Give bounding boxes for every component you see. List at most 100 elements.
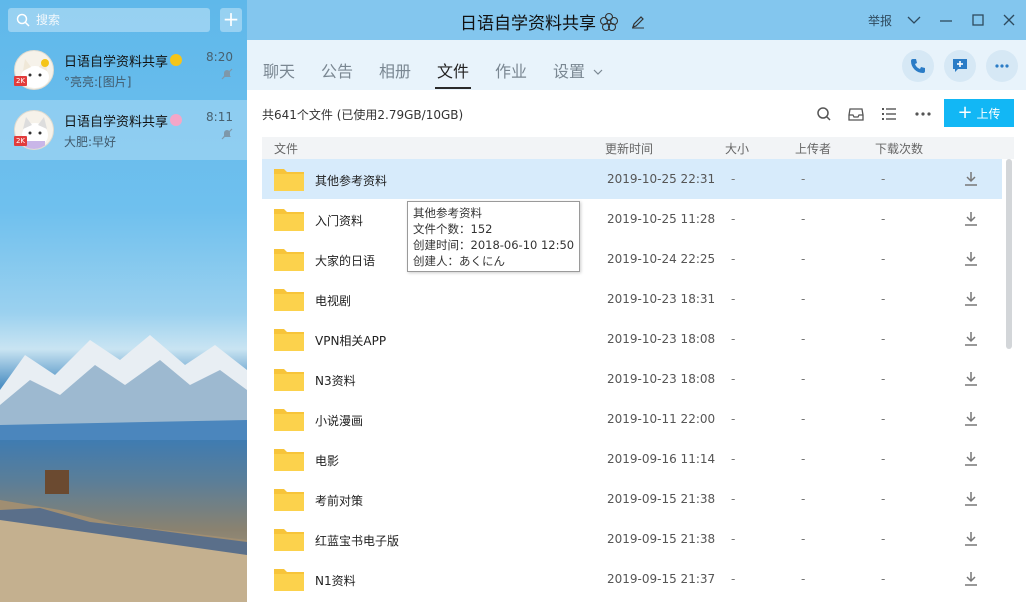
file-name: N1资料 [315, 574, 356, 588]
chat-list-item[interactable]: 2K 日语自学资料共享 °亮亮:[图片] 8:20 [0, 40, 247, 100]
file-row[interactable]: 小说漫画 2019-10-11 22:00 - - - [262, 399, 1002, 439]
download-icon[interactable] [963, 531, 979, 547]
file-row[interactable]: N3资料 2019-10-23 18:08 - - - [262, 359, 1002, 399]
file-row[interactable]: 考前对策 2019-09-15 21:38 - - - [262, 479, 1002, 519]
minimize-icon[interactable] [937, 11, 955, 29]
tab-album[interactable]: 相册 [379, 58, 411, 82]
upload-label: 上传 [976, 106, 1001, 121]
file-updated-time: 2019-10-25 11:28 [607, 212, 716, 226]
inbox-icon[interactable] [847, 105, 865, 123]
folder-icon [274, 329, 304, 351]
file-uploader: - [801, 372, 806, 386]
tab-settings[interactable]: 设置 [553, 58, 603, 82]
member-count-badge: 2K [14, 76, 27, 86]
file-download-count: - [881, 532, 886, 546]
file-row[interactable]: 电影 2019-09-16 11:14 - - - [262, 439, 1002, 479]
chat-preview: °亮亮:[图片] [64, 74, 132, 89]
file-row[interactable]: 其他参考资料 2019-10-25 22:31 - - - [262, 159, 1002, 199]
file-name: 电影 [315, 454, 340, 468]
upload-button[interactable]: + 上传 [944, 99, 1014, 127]
search-box[interactable] [8, 8, 210, 32]
chat-time: 8:11 [206, 110, 233, 124]
list-view-icon[interactable] [880, 105, 898, 123]
more-options-button[interactable] [986, 50, 1018, 82]
flower-icon [599, 12, 619, 31]
phone-call-button[interactable] [902, 50, 934, 82]
file-updated-time: 2019-10-23 18:08 [607, 372, 716, 386]
chevron-down-icon[interactable] [905, 11, 923, 29]
file-size: - [731, 292, 736, 306]
file-row[interactable]: 大家的日语 2019-10-24 22:25 - - - [262, 239, 1002, 279]
file-download-count: - [881, 572, 886, 586]
chat-name: 日语自学资料共享 [64, 114, 169, 130]
maximize-icon[interactable] [969, 11, 987, 29]
file-name: 入门资料 [315, 214, 364, 228]
column-header-uploader[interactable]: 上传者 [795, 140, 831, 157]
search-icon[interactable] [815, 105, 833, 123]
download-icon[interactable] [963, 571, 979, 587]
member-count-badge: 2K [14, 136, 27, 146]
file-uploader: - [801, 532, 806, 546]
file-row[interactable]: 电视剧 2019-10-23 18:31 - - - [262, 279, 1002, 319]
file-name: 小说漫画 [315, 414, 364, 428]
file-row[interactable]: VPN相关APP 2019-10-23 18:08 - - - [262, 319, 1002, 359]
column-header-downloads[interactable]: 下载次数 [875, 140, 923, 157]
folder-icon [274, 249, 304, 271]
mountain-background [0, 335, 247, 440]
scrollbar[interactable] [1006, 159, 1012, 349]
tab-homework[interactable]: 作业 [495, 58, 527, 82]
message-plus-icon [953, 59, 967, 72]
plus-icon: + [957, 102, 973, 123]
add-plus-button[interactable]: + [220, 8, 242, 32]
file-updated-time: 2019-10-23 18:31 [607, 292, 716, 306]
file-size: - [731, 372, 736, 386]
file-table-header: 文件 更新时间 大小 上传者 下载次数 [262, 137, 1014, 159]
chat-name: 日语自学资料共享 [64, 54, 169, 70]
report-link[interactable]: 举报 [868, 12, 892, 29]
file-updated-time: 2019-10-24 22:25 [607, 252, 716, 266]
file-size: - [731, 412, 736, 426]
close-icon[interactable] [1000, 11, 1018, 29]
download-icon[interactable] [963, 491, 979, 507]
file-uploader: - [801, 492, 806, 506]
more-dots-icon[interactable] [914, 105, 932, 123]
file-download-count: - [881, 372, 886, 386]
tab-chat[interactable]: 聊天 [263, 58, 295, 82]
file-download-count: - [881, 452, 886, 466]
tab-announcement[interactable]: 公告 [321, 58, 353, 82]
column-header-time[interactable]: 更新时间 [605, 140, 653, 157]
flower-icon [170, 114, 183, 126]
download-icon[interactable] [963, 411, 979, 427]
folder-icon [274, 409, 304, 431]
column-header-size[interactable]: 大小 [725, 140, 749, 157]
file-row[interactable]: 红蓝宝书电子版 2019-09-15 21:38 - - - [262, 519, 1002, 559]
column-header-name[interactable]: 文件 [274, 140, 298, 157]
file-uploader: - [801, 292, 806, 306]
edit-pencil-icon[interactable] [631, 15, 645, 29]
download-icon[interactable] [963, 451, 979, 467]
tab-files[interactable]: 文件 [437, 58, 469, 82]
file-row[interactable]: N1资料 2019-09-15 21:37 - - - [262, 559, 1002, 599]
title-bar: 日语自学资料共享 举报 [247, 0, 1026, 40]
chat-preview: 大肥:早好 [64, 134, 117, 149]
download-icon[interactable] [963, 371, 979, 387]
chat-time: 8:20 [206, 50, 233, 64]
chat-list-panel: + 2K 日语自学资料共享 °亮亮:[图片] 8:20 [0, 0, 247, 602]
tooltip-created-time: 创建时间：2018-06-10 12:50 [413, 238, 575, 252]
group-window: 日语自学资料共享 举报 聊天 公告 相册 文件 作业 设置 共641个文件 (已… [247, 0, 1026, 602]
download-icon[interactable] [963, 171, 979, 187]
download-icon[interactable] [963, 211, 979, 227]
file-row[interactable]: 入门资料 2019-10-25 11:28 - - - [262, 199, 1002, 239]
download-icon[interactable] [963, 251, 979, 267]
download-icon[interactable] [963, 291, 979, 307]
file-uploader: - [801, 452, 806, 466]
file-name: 电视剧 [315, 294, 352, 308]
file-download-count: - [881, 492, 886, 506]
share-screen-button[interactable] [944, 50, 976, 82]
file-uploader: - [801, 412, 806, 426]
search-input[interactable] [36, 13, 196, 27]
tooltip-folder-name: 其他参考资料 [413, 206, 482, 220]
mute-bell-icon [221, 128, 233, 140]
download-icon[interactable] [963, 331, 979, 347]
chat-list-item-selected[interactable]: 2K 日语自学资料共享 大肥:早好 8:11 [0, 100, 247, 160]
